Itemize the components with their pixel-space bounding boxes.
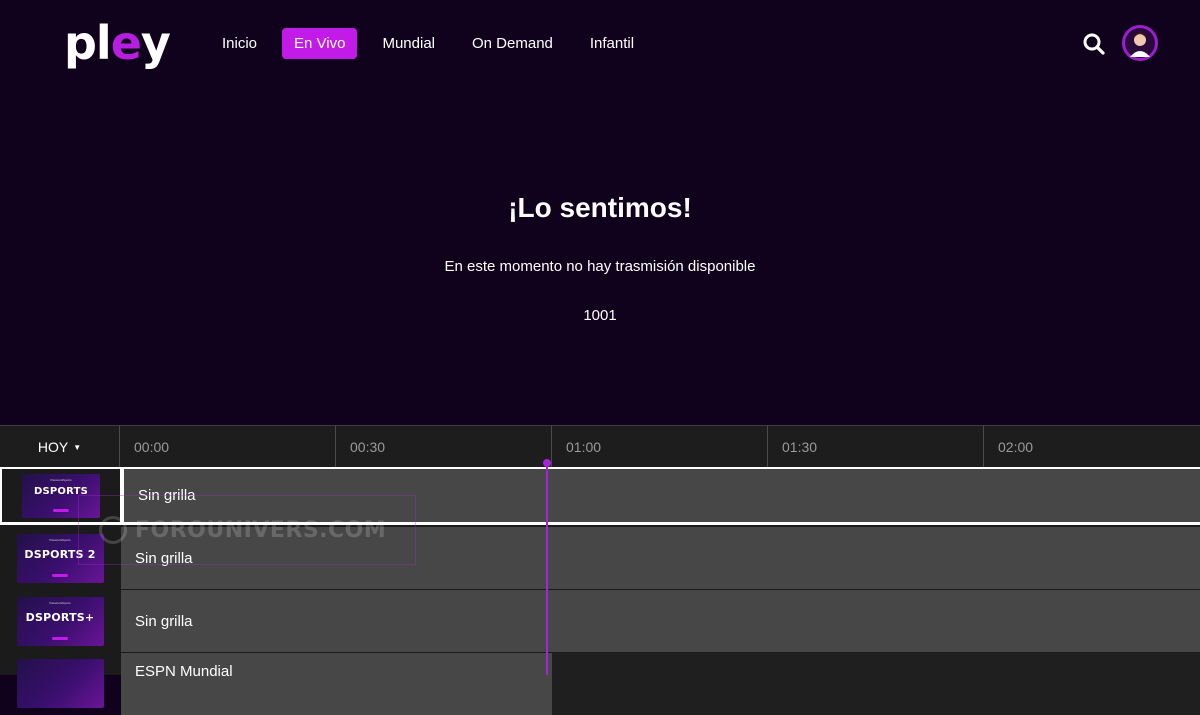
- program-cell[interactable]: Sin grilla: [121, 527, 1200, 589]
- time-slot: 02:00: [983, 426, 1199, 468]
- pley-logo[interactable]: pley: [64, 20, 171, 66]
- channel-logo-pill: [53, 508, 69, 512]
- time-slot: 00:00: [119, 426, 335, 468]
- program-cell[interactable]: Sin grilla: [121, 590, 1200, 652]
- channel-row[interactable]: Passion&Sports DSPORTS Sin grilla: [0, 467, 1200, 525]
- caret-down-icon: ▼: [73, 442, 82, 452]
- channel-row[interactable]: Passion&Sports DSPORTS+ Sin grilla: [0, 590, 1200, 652]
- day-selector-label: HOY: [37, 439, 69, 455]
- day-selector[interactable]: HOY ▼: [0, 426, 120, 468]
- error-code: 1001: [583, 307, 617, 324]
- nav-item-infantil[interactable]: Infantil: [578, 28, 646, 59]
- channel-logo-brand: DSPORTS 2: [24, 547, 96, 561]
- channel-logo-brand: DSPORTS+: [25, 610, 95, 624]
- time-slot: 01:30: [767, 426, 983, 468]
- epg-guide: HOY ▼ 00:00 00:30 01:00 01:30 02:00 Pass…: [0, 425, 1200, 715]
- logo-text-main: pl: [64, 16, 112, 70]
- nav-item-inicio[interactable]: Inicio: [210, 28, 269, 59]
- message-subtitle: En este momento no hay trasmisión dispon…: [444, 258, 756, 275]
- channel-logo: Passion&Sports DSPORTS+: [16, 596, 104, 646]
- program-cell[interactable]: ESPN Mundial: [121, 653, 552, 715]
- now-indicator-line: [546, 462, 548, 675]
- program-cell-next[interactable]: [552, 653, 1200, 715]
- channel-row[interactable]: ESPN Mundial: [0, 653, 1200, 715]
- channel-logo-tagline: Passion&Sports: [49, 600, 71, 605]
- unavailable-message: ¡Lo sentimos! En este momento no hay tra…: [0, 190, 1200, 324]
- top-header: pley Inicio En Vivo Mundial On Demand In…: [0, 0, 1200, 88]
- main-nav: Inicio En Vivo Mundial On Demand Infanti…: [210, 28, 659, 59]
- channel-logo-tagline: Passion&Sports: [49, 537, 71, 542]
- channel-logo: [16, 659, 104, 708]
- channel-logo-tagline: Passion&Sports: [50, 477, 72, 482]
- message-title: ¡Lo sentimos!: [508, 192, 692, 223]
- channel-logo-cell[interactable]: Passion&Sports DSPORTS: [0, 469, 124, 522]
- channel-logo-pill: [51, 636, 68, 640]
- logo-text-accent: e: [110, 16, 142, 70]
- search-icon[interactable]: [1082, 32, 1106, 56]
- nav-item-en-vivo[interactable]: En Vivo: [282, 28, 358, 59]
- user-avatar-icon[interactable]: [1122, 25, 1158, 61]
- time-slot: 00:30: [335, 426, 551, 468]
- time-slot: 01:00: [551, 426, 767, 468]
- channel-logo-pill: [51, 573, 68, 577]
- nav-item-mundial[interactable]: Mundial: [370, 28, 447, 59]
- channel-logo-cell[interactable]: Passion&Sports DSPORTS+: [0, 590, 120, 652]
- channel-logo-brand: DSPORTS: [33, 485, 88, 497]
- channel-logo: Passion&Sports DSPORTS 2: [16, 533, 104, 583]
- time-bar: HOY ▼ 00:00 00:30 01:00 01:30 02:00: [0, 425, 1200, 468]
- logo-text-tail: y: [140, 16, 171, 70]
- channel-logo-cell[interactable]: [0, 653, 120, 715]
- channel-logo-cell[interactable]: Passion&Sports DSPORTS 2: [0, 527, 120, 589]
- nav-item-on-demand[interactable]: On Demand: [460, 28, 565, 59]
- program-cell[interactable]: Sin grilla: [124, 469, 1200, 522]
- channel-logo: Passion&Sports DSPORTS: [22, 473, 100, 518]
- channel-row[interactable]: Passion&Sports DSPORTS 2 Sin grilla: [0, 527, 1200, 589]
